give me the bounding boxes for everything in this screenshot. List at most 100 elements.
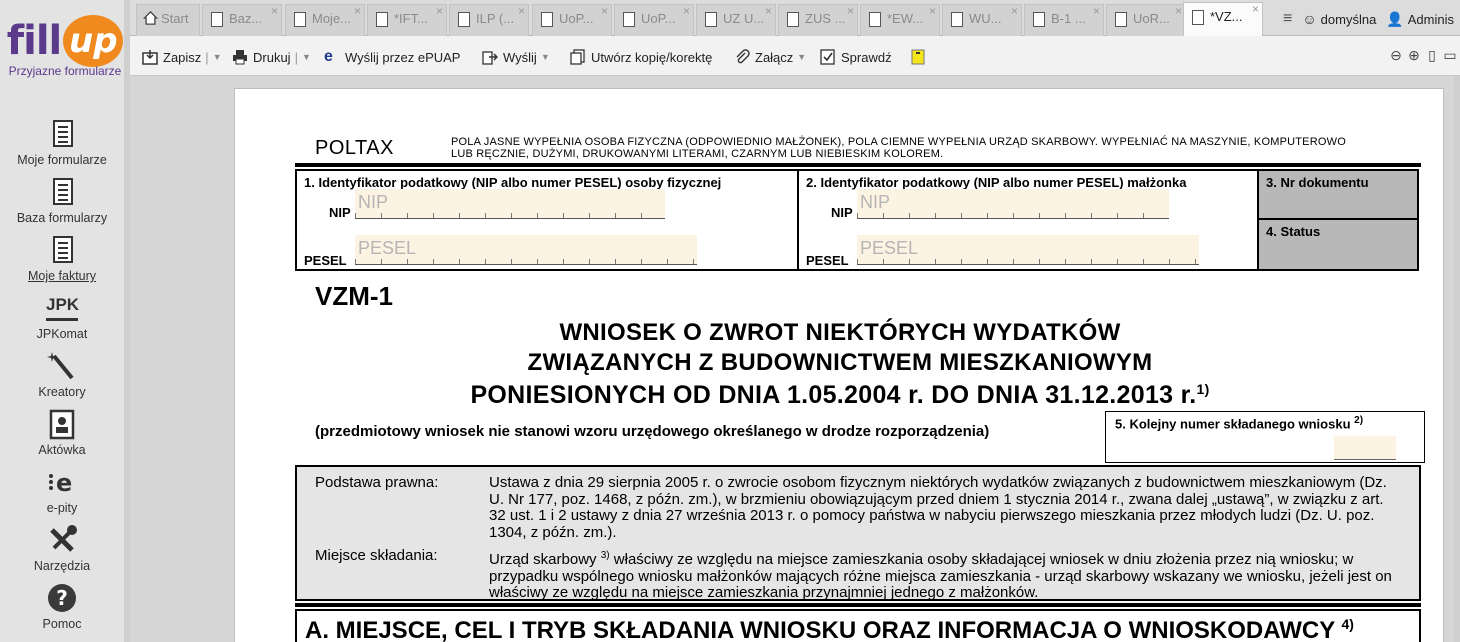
spouse-nip-input[interactable]: NIP xyxy=(857,189,1169,219)
tab-label: UZ U... xyxy=(723,11,765,26)
close-icon[interactable]: × xyxy=(354,5,361,25)
user-menu[interactable]: 👤 Adminis xyxy=(1386,11,1454,28)
close-icon[interactable]: × xyxy=(518,5,525,25)
nip-input[interactable]: NIP xyxy=(355,189,665,219)
form-title-line-2: ZWIĄZANYCH Z BUDOWNICTWEM MIESZKANIOWYM xyxy=(527,349,1153,376)
sidebar-item-invoices[interactable]: Moje faktury xyxy=(0,234,124,292)
svg-text:e: e xyxy=(56,469,72,497)
spouse-pesel-input[interactable]: PESEL xyxy=(857,235,1199,265)
tab-document[interactable]: WU... × xyxy=(942,4,1022,36)
tab-bar-right: ≡ ☺ domyślna 👤 Adminis xyxy=(1283,6,1460,32)
tab-document[interactable]: Baz... × xyxy=(202,4,282,36)
sidebar-item-jpkomat[interactable]: JPK JPKomat xyxy=(0,292,124,350)
application-number-input[interactable] xyxy=(1334,436,1396,460)
document-icon xyxy=(1115,12,1127,27)
document-icon xyxy=(869,12,881,27)
tab-document[interactable]: *EW... × xyxy=(860,4,940,36)
zoom-out-icon[interactable]: ⊖ xyxy=(1388,46,1404,64)
tab-bar: Start Baz... × Moje... × *IFT... × ILP (... × Uo… xyxy=(130,0,1460,37)
forms-database-icon xyxy=(46,176,78,208)
tab-document[interactable]: UoP... × xyxy=(532,4,612,36)
pesel-input[interactable]: PESEL xyxy=(355,235,697,265)
profile-label: domyślna xyxy=(1320,11,1377,27)
tab-document[interactable]: ZUS ... × xyxy=(778,4,858,36)
document-canvas: POLTAX POLA JASNE WYPEŁNIA OSOBA FIZYCZN… xyxy=(130,76,1460,642)
close-icon[interactable]: × xyxy=(271,5,278,25)
close-icon[interactable]: × xyxy=(1011,5,1018,25)
sidebar-item-tools[interactable]: Narzędzia xyxy=(0,524,124,582)
fill-instructions: POLA JASNE WYPEŁNIA OSOBA FIZYCZNA (ODPO… xyxy=(451,136,1346,160)
close-icon[interactable]: × xyxy=(1093,5,1100,25)
attach-button[interactable]: Załącz ▼ xyxy=(734,47,806,67)
tab-document[interactable]: Moje... × xyxy=(285,4,365,36)
save-label: Zapisz xyxy=(163,49,202,65)
fit-width-icon[interactable]: ▭ xyxy=(1442,46,1458,64)
tab-label: *EW... xyxy=(887,11,924,26)
tab-document[interactable]: *VZ... × xyxy=(1183,2,1263,37)
logo[interactable]: fill up Przyjazne formularze xyxy=(0,0,130,100)
tab-document[interactable]: ILP (... × xyxy=(449,4,529,36)
close-icon[interactable]: × xyxy=(1252,3,1259,23)
field-4-title: 4. Status xyxy=(1266,224,1321,239)
sidebar: fill up Przyjazne formularze Moje formul… xyxy=(0,0,130,642)
profile-selector[interactable]: ☺ domyślna xyxy=(1302,11,1376,27)
close-icon[interactable]: × xyxy=(847,5,854,25)
checkbox-icon xyxy=(820,49,835,65)
close-icon[interactable]: × xyxy=(765,5,772,25)
tab-label: *VZ... xyxy=(1210,9,1243,24)
epuap-button[interactable]: e Wyślij przez ePUAP xyxy=(324,47,460,67)
tab-document[interactable]: UoP... × xyxy=(614,4,694,36)
check-button[interactable]: Sprawdź xyxy=(820,47,892,67)
close-icon[interactable]: × xyxy=(601,5,608,25)
close-icon[interactable]: × xyxy=(436,5,443,25)
send-button[interactable]: Wyślij ▼ xyxy=(482,47,550,67)
pesel-label: PESEL xyxy=(304,253,347,268)
poltax-label: POLTAX xyxy=(315,137,394,159)
field-2-title: 2. Identyfikator podatkowy (NIP albo num… xyxy=(806,175,1187,190)
sidebar-item-help[interactable]: ? Pomoc xyxy=(0,582,124,640)
divider xyxy=(295,163,1421,167)
sidebar-item-briefcase[interactable]: Aktówka xyxy=(0,408,124,466)
footnote-ref: 1) xyxy=(1196,381,1210,397)
field-5-title: 5. Kolejny numer składanego wniosku xyxy=(1115,416,1351,432)
document-icon xyxy=(1192,10,1204,25)
tab-document[interactable]: *IFT... × xyxy=(367,4,447,36)
field-1: 1. Identyfikator podatkowy (NIP albo num… xyxy=(297,171,799,269)
tab-label: Baz... xyxy=(229,11,263,26)
tab-label: UoR... xyxy=(1133,11,1170,26)
fit-page-icon[interactable]: ▯ xyxy=(1424,46,1440,64)
save-icon xyxy=(142,50,158,65)
tab-label: UoP... xyxy=(641,11,676,26)
tab-label: UoP... xyxy=(559,11,594,26)
document-list-icon xyxy=(46,118,78,150)
tab-document[interactable]: B-1 ... × xyxy=(1024,4,1104,36)
magic-wand-icon xyxy=(46,350,78,382)
print-button[interactable]: Drukuj | ▼ xyxy=(232,47,311,67)
sidebar-item-forms-database[interactable]: Baza formularzy xyxy=(0,176,124,234)
save-button[interactable]: Zapisz | ▼ xyxy=(142,47,222,67)
section-a-header: A. MIEJSCE, CEL I TRYB SKŁADANIA WNIOSKU… xyxy=(295,609,1421,642)
home-icon xyxy=(143,11,158,25)
canvas-scrollbar[interactable] xyxy=(1454,76,1460,642)
sidebar-item-wizards[interactable]: Kreatory xyxy=(0,350,124,408)
divider xyxy=(295,603,1421,607)
tab-document[interactable]: UoR... × xyxy=(1106,4,1186,36)
sidebar-item-epity[interactable]: e e-pity xyxy=(0,466,124,524)
close-icon[interactable]: × xyxy=(929,5,936,25)
close-icon[interactable]: × xyxy=(1175,5,1182,25)
epuap-icon: e xyxy=(324,48,333,65)
briefcase-icon xyxy=(46,408,78,440)
svg-text:?: ? xyxy=(56,586,68,610)
user-label: Adminis xyxy=(1407,11,1454,27)
note-button[interactable] xyxy=(910,47,931,67)
sidebar-item-my-forms[interactable]: Moje formularze xyxy=(0,118,124,176)
logo-badge: up xyxy=(63,15,124,67)
legal-basis-label: Podstawa prawna: xyxy=(315,474,439,491)
copy-correction-button[interactable]: Utwórz kopię/korektę xyxy=(570,47,712,67)
tab-start[interactable]: Start xyxy=(136,4,200,36)
sticky-note-icon xyxy=(911,49,925,65)
close-icon[interactable]: × xyxy=(683,5,690,25)
menu-icon[interactable]: ≡ xyxy=(1283,10,1292,28)
tab-document[interactable]: UZ U... × xyxy=(696,4,776,36)
zoom-in-icon[interactable]: ⊕ xyxy=(1406,46,1422,64)
